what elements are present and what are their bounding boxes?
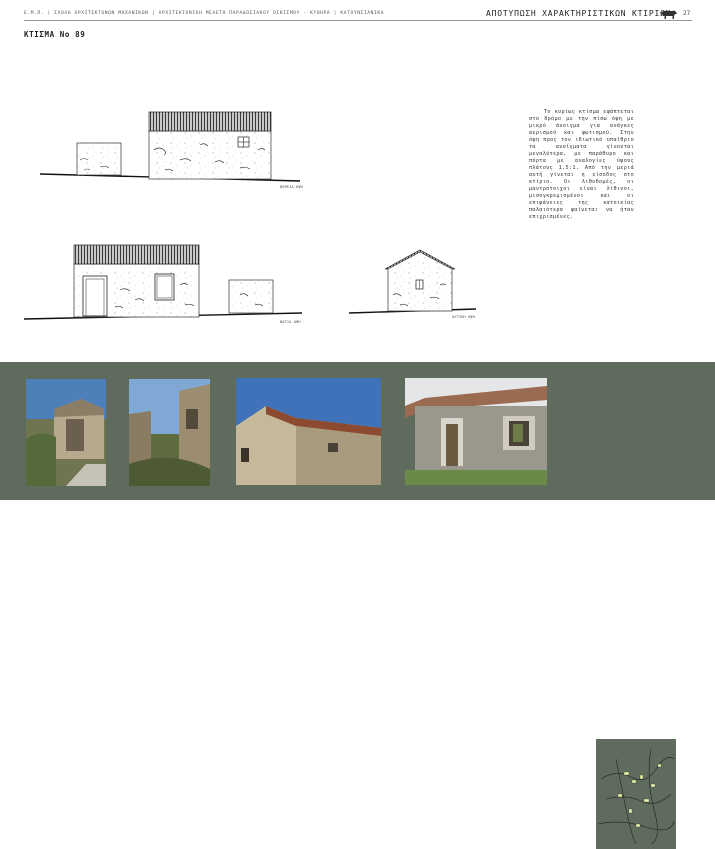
south-roof-tiles <box>73 244 200 265</box>
photo-ruin-side[interactable] <box>129 379 210 486</box>
south-view-label: ΝΟΤΙΑ ΟΨΗ <box>280 319 301 324</box>
south-wall-annex <box>228 279 274 314</box>
north-wall-annex <box>76 142 122 176</box>
south-elevation <box>23 244 303 320</box>
west-elevation <box>348 249 477 314</box>
north-main-wall <box>148 130 272 180</box>
south-door <box>82 275 108 317</box>
west-view-label: ΔΥΤΙΚΗ ΟΨΗ <box>452 314 476 319</box>
building-description: Το κυρίως κτίσμα εφάπτεται στο δρόμο με … <box>529 109 634 220</box>
photo-ruin-corner[interactable] <box>26 379 106 486</box>
photo-house-front[interactable] <box>405 378 547 485</box>
photo-band <box>0 362 715 849</box>
north-view-label: ΒΟΡΕΙΑ ΟΨΗ <box>280 184 304 189</box>
north-elevation <box>39 111 301 182</box>
photo-house-roof[interactable] <box>236 378 381 485</box>
south-window <box>154 273 175 301</box>
north-roof-tiles <box>148 111 272 132</box>
site-map-inset[interactable] <box>596 739 676 849</box>
